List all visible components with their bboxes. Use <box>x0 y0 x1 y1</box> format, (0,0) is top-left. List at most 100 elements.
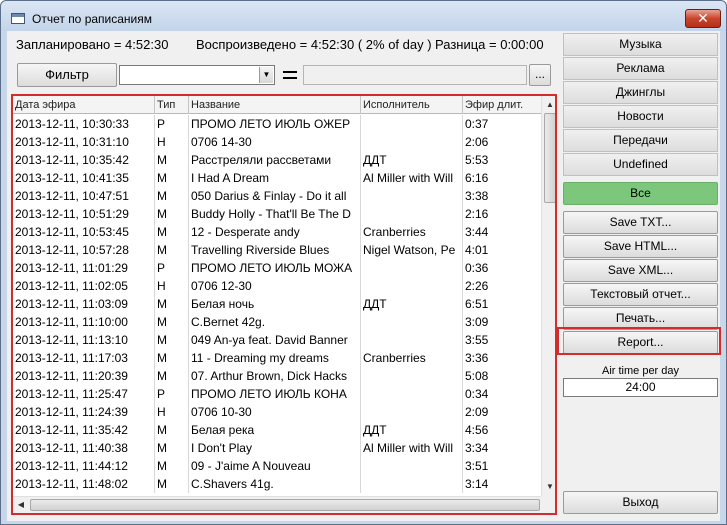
cell-date: 2013-12-11, 11:01:29 <box>13 259 155 277</box>
category-button-jingles[interactable]: Джинглы <box>563 81 718 104</box>
table-row[interactable]: 2013-12-11, 11:24:39 H 0706 10-30 2:09 <box>13 403 541 421</box>
save-html-button[interactable]: Save HTML... <box>563 235 718 258</box>
cell-duration: 3:44 <box>465 225 489 239</box>
cell-date: 2013-12-11, 10:57:28 <box>13 241 155 259</box>
category-button-undefined[interactable]: Undefined <box>563 153 718 176</box>
cell-artist: Cranberries <box>361 223 463 241</box>
cell-duration: 3:36 <box>465 351 489 365</box>
column-header-title[interactable]: Название <box>189 96 361 114</box>
cell-date: 2013-12-11, 11:24:39 <box>13 403 155 421</box>
cell-date: 2013-12-11, 11:40:38 <box>13 439 155 457</box>
vertical-scroll-thumb[interactable] <box>544 113 555 203</box>
report-button-highlight <box>557 327 721 355</box>
table-row[interactable]: 2013-12-11, 11:01:29 P ПРОМО ЛЕТО ИЮЛЬ МОЖ… <box>13 259 541 277</box>
window-title: Отчет по рaписаниям <box>32 12 152 26</box>
table-row[interactable]: 2013-12-11, 11:40:38 M I Don't Play Al Mill… <box>13 439 541 457</box>
cell-duration: 2:06 <box>465 135 489 149</box>
cell-artist: ДДТ <box>361 151 463 169</box>
table-row[interactable]: 2013-12-11, 11:25:47 P ПРОМО ЛЕТО ИЮЛЬ КОН… <box>13 385 541 403</box>
table-row[interactable]: 2013-12-11, 10:35:42 M Расстреляли рассвет… <box>13 151 541 169</box>
table-row[interactable]: 2013-12-11, 10:51:29 M Buddy Holly - That'… <box>13 205 541 223</box>
table-row[interactable]: 2013-12-11, 11:13:10 M 049 An-ya feat. Dav… <box>13 331 541 349</box>
cell-artist: ДДТ <box>361 295 463 313</box>
cell-type: M <box>155 367 189 385</box>
table-row[interactable]: 2013-12-11, 11:03:09 M Белая ночь ДДТ 6:51 <box>13 295 541 313</box>
cell-artist <box>361 205 463 223</box>
scroll-up-icon[interactable]: ▲ <box>542 97 555 113</box>
cell-type: M <box>155 241 189 259</box>
column-header-type[interactable]: Тип <box>155 96 189 114</box>
cell-title: Buddy Holly - That'll Be The D <box>189 205 361 223</box>
table-row[interactable]: 2013-12-11, 10:47:51 M 050 Darius & Finlay… <box>13 187 541 205</box>
category-button-ads[interactable]: Реклама <box>563 57 718 80</box>
window-app-icon <box>11 13 25 24</box>
table-row[interactable]: 2013-12-11, 10:41:35 M I Had A Dream Al Mil… <box>13 169 541 187</box>
cell-title: 0706 14-30 <box>189 133 361 151</box>
cell-date: 2013-12-11, 11:44:12 <box>13 457 155 475</box>
cell-type: M <box>155 151 189 169</box>
table-row[interactable]: 2013-12-11, 10:30:33 P ПРОМО ЛЕТО ИЮЛЬ ОЖЕ… <box>13 115 541 133</box>
cell-type: M <box>155 205 189 223</box>
horizontal-scrollbar[interactable]: ◀ <box>13 496 541 513</box>
table-row[interactable]: 2013-12-11, 11:10:00 M C.Bernet 42g. 3:09 <box>13 313 541 331</box>
scroll-left-icon[interactable]: ◀ <box>13 497 29 513</box>
played-total: Воспроизведено = 4:52:30 ( 2% of day ) <box>196 37 432 52</box>
cell-date: 2013-12-11, 11:02:05 <box>13 277 155 295</box>
category-button-music[interactable]: Музыка <box>563 33 718 56</box>
table-row[interactable]: 2013-12-11, 10:53:45 M 12 - Desperate andy… <box>13 223 541 241</box>
save-txt-button[interactable]: Save TXT... <box>563 211 718 234</box>
cell-duration: 2:26 <box>465 279 489 293</box>
cell-date: 2013-12-11, 11:13:10 <box>13 331 155 349</box>
filter-button[interactable]: Фильтр <box>17 63 117 87</box>
filter-value-input[interactable] <box>303 65 527 85</box>
cell-type: M <box>155 457 189 475</box>
scroll-down-icon[interactable]: ▼ <box>542 479 555 495</box>
cell-title: 09 - J'aime A Nouveau <box>189 457 361 475</box>
table-row[interactable]: 2013-12-11, 11:20:39 M 07. Arthur Brown, D… <box>13 367 541 385</box>
title-bar[interactable]: Отчет по рaписаниям ✕ <box>1 1 726 31</box>
report-window: Отчет по рaписаниям ✕ Запланировано = 4:… <box>0 0 727 525</box>
table-row[interactable]: 2013-12-11, 11:02:05 H 0706 12-30 2:26 <box>13 277 541 295</box>
cell-type: M <box>155 223 189 241</box>
cell-duration: 2:09 <box>465 405 489 419</box>
cell-duration: 0:37 <box>465 117 489 131</box>
cell-duration: 6:51 <box>465 297 489 311</box>
cell-artist <box>361 115 463 133</box>
category-button-news[interactable]: Новости <box>563 105 718 128</box>
airtime-input[interactable]: 24:00 <box>563 378 718 397</box>
table-header: Дата эфира Тип Название Исполнитель Эфир… <box>13 96 541 114</box>
cell-title: Расстреляли рассветами <box>189 151 361 169</box>
table-row[interactable]: 2013-12-11, 10:57:28 M Travelling Riversid… <box>13 241 541 259</box>
cell-artist <box>361 259 463 277</box>
column-header-duration[interactable]: Эфир длит. <box>463 96 541 114</box>
table-row[interactable]: 2013-12-11, 11:17:03 M 11 - Dreaming my dr… <box>13 349 541 367</box>
cell-date: 2013-12-11, 10:30:33 <box>13 115 155 133</box>
save-xml-button[interactable]: Save XML... <box>563 259 718 282</box>
column-header-artist[interactable]: Исполнитель <box>361 96 463 114</box>
chevron-down-icon[interactable]: ▼ <box>259 67 273 83</box>
cell-type: P <box>155 259 189 277</box>
exit-button[interactable]: Выход <box>563 491 718 514</box>
cell-duration: 0:34 <box>465 387 489 401</box>
category-button-shows[interactable]: Передачи <box>563 129 718 152</box>
table-row[interactable]: 2013-12-11, 11:44:12 M 09 - J'aime A Nouve… <box>13 457 541 475</box>
cell-artist: Al Miller with Will <box>361 439 463 457</box>
browse-button[interactable]: ... <box>529 64 551 86</box>
filter-field-select[interactable]: ▼ <box>119 65 275 85</box>
table-row[interactable]: 2013-12-11, 10:31:10 H 0706 14-30 2:06 <box>13 133 541 151</box>
cell-artist: ДДТ <box>361 421 463 439</box>
cell-artist <box>361 385 463 403</box>
text-report-button[interactable]: Текстовый отчет... <box>563 283 718 306</box>
close-icon[interactable]: ✕ <box>685 9 721 28</box>
column-header-date[interactable]: Дата эфира <box>13 96 155 114</box>
cell-type: M <box>155 475 189 493</box>
table-row[interactable]: 2013-12-11, 11:48:02 M C.Shavers 41g. 3:14 <box>13 475 541 493</box>
cell-title: C.Bernet 42g. <box>189 313 361 331</box>
cell-date: 2013-12-11, 11:35:42 <box>13 421 155 439</box>
cell-artist: Cranberries <box>361 349 463 367</box>
table-row[interactable]: 2013-12-11, 11:35:42 M Белая река ДДТ 4:56 <box>13 421 541 439</box>
horizontal-scroll-thumb[interactable] <box>30 499 540 511</box>
vertical-scrollbar[interactable]: ▲ ▼ <box>541 96 555 496</box>
all-categories-button[interactable]: Все <box>563 182 718 205</box>
cell-duration: 5:08 <box>465 369 489 383</box>
